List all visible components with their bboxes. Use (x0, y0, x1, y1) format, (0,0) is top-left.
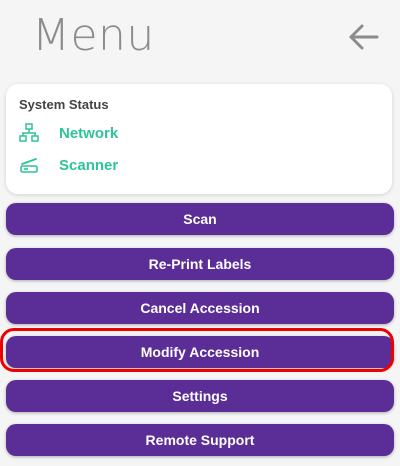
status-item-scanner: Scanner (19, 154, 118, 176)
scan-button[interactable]: Scan (6, 203, 394, 235)
scanner-icon (19, 155, 39, 175)
arrow-left-icon (349, 24, 379, 50)
cancel-accession-button[interactable]: Cancel Accession (6, 292, 394, 324)
status-label-network: Network (59, 124, 119, 142)
header: Menu (0, 0, 400, 78)
remote-support-button[interactable]: Remote Support (6, 424, 394, 456)
system-status-card: System Status Network Scanner (6, 84, 392, 194)
status-title: System Status (19, 97, 109, 112)
reprint-labels-button[interactable]: Re-Print Labels (6, 248, 394, 280)
status-item-network: Network (19, 122, 118, 144)
settings-button[interactable]: Settings (6, 380, 394, 412)
network-icon (19, 123, 39, 143)
page-title: Menu (32, 10, 155, 61)
status-label-scanner: Scanner (59, 156, 119, 174)
modify-accession-button[interactable]: Modify Accession (6, 336, 394, 368)
back-button[interactable] (346, 20, 382, 56)
menu-page: Menu System Status Network Scanner Scan … (0, 0, 400, 466)
